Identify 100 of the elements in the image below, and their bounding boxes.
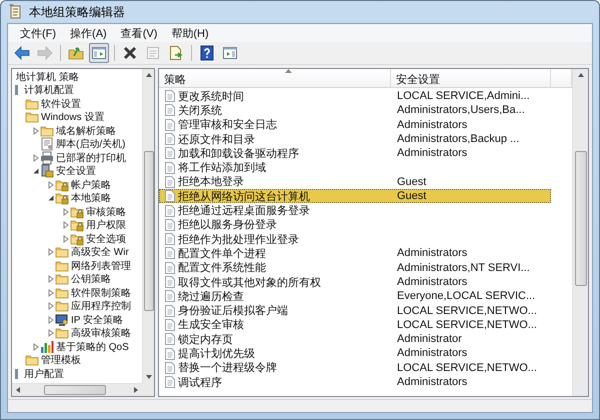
menu-item[interactable]: 查看(V) [114, 24, 164, 42]
policy-row[interactable]: 还原文件和目录 Administrators,Backup ... [159, 132, 551, 146]
policy-row[interactable]: 配置文件系统性能 Administrators,NT SERVI... [159, 260, 551, 275]
back-icon [14, 45, 30, 61]
policy-name: 管理审核和安全日志 [178, 118, 277, 132]
menu-item[interactable]: 操作(A) [64, 24, 113, 42]
tree-pane-button[interactable] [89, 43, 109, 63]
document-icon [164, 247, 175, 260]
policy-row[interactable]: 拒绝通过远程桌面服务登录 [159, 203, 551, 218]
script-icon [40, 137, 54, 152]
folder-icon [55, 326, 69, 340]
security-setting: LOCAL SERVICE,Admini... [396, 90, 530, 102]
vertical-scrollbar[interactable] [572, 69, 588, 396]
policy-row[interactable]: 配置文件单个进程 Administrators [159, 246, 551, 261]
document-icon [164, 318, 175, 331]
scroll-up-icon[interactable] [144, 71, 152, 79]
tree-item[interactable]: 已部署的打印机 [56, 150, 126, 165]
policy-row[interactable]: 替换一个进程级令牌 LOCAL SERVICE,NETWO... [159, 360, 551, 375]
policy-row[interactable]: 拒绝作为批处理作业登录 [159, 232, 551, 246]
tree-item[interactable]: 应用程序控制 [71, 299, 131, 314]
tree-item[interactable]: 地计算机 策略 [16, 70, 79, 84]
column-header[interactable]: 安全设置 [391, 69, 551, 87]
menu-item[interactable]: 文件(F) [14, 24, 62, 42]
scroll-left-icon[interactable] [14, 386, 22, 394]
tree-item[interactable]: 域名解析策略 [56, 124, 116, 138]
tree-item[interactable]: 帐户策略 [71, 178, 111, 192]
tree-item[interactable]: Windows 设置 [41, 110, 104, 124]
document-icon [164, 104, 175, 116]
tree-item[interactable]: 脚本(启动/关机) [56, 137, 126, 152]
tree-item[interactable]: 安全选项 [86, 232, 126, 246]
policy-row[interactable]: 取得文件或其他对象的所有权 Administrators [159, 274, 551, 290]
document-icon [164, 348, 175, 360]
tree-item[interactable]: 高级审核策略 [71, 326, 131, 340]
tree-item[interactable]: 用户配置 [24, 366, 64, 381]
document-icon [164, 118, 175, 131]
tree-item[interactable]: 公钥策略 [71, 272, 111, 286]
policy-row[interactable]: 生成安全审核 LOCAL SERVICE,NETWO... [159, 318, 551, 332]
scroll-right-icon[interactable] [132, 386, 140, 394]
tree-item[interactable]: 安全设置 [56, 164, 96, 178]
security-setting: Administrators,NT SERVI... [396, 262, 530, 274]
back-button[interactable] [12, 43, 32, 63]
column-header[interactable]: 策略 [159, 69, 391, 87]
tree-item[interactable]: 高级安全 Wir [71, 245, 129, 260]
policy-name: 拒绝以服务身份登录 [178, 218, 277, 232]
policy-row[interactable]: 拒绝以服务身份登录 [159, 218, 551, 232]
policy-row[interactable]: 拒绝从网络访问这台计算机 Guest [159, 189, 551, 204]
tree-item[interactable]: 用户权限 [86, 218, 126, 232]
tree-item[interactable]: 本地策略 [71, 191, 111, 206]
policy-row[interactable]: 身份验证后模拟客户端 LOCAL SERVICE,NETWO... [159, 303, 551, 318]
policy-row[interactable]: 拒绝本地登录 Guest [159, 174, 551, 190]
policy-row[interactable]: 锁定内存页 Administrator [159, 332, 551, 346]
policy-row[interactable]: 调试程序 Administrators [159, 374, 551, 390]
vertical-scrollbar[interactable] [142, 69, 154, 383]
locked-folder-icon [70, 232, 84, 246]
scrollbar-thumb[interactable] [44, 385, 106, 395]
security-setting: Administrators [396, 376, 468, 388]
policy-name: 绕过遍历检查 [178, 290, 244, 304]
security-setting: LOCAL SERVICE,NETWO... [396, 304, 537, 317]
tree-item[interactable]: 网络列表管理 [71, 258, 131, 273]
document-icon [164, 218, 175, 231]
delete-icon [122, 45, 138, 61]
locked-folder-icon [55, 178, 69, 192]
tree-item[interactable]: IP 安全策略 [71, 312, 124, 327]
expand-icon[interactable] [32, 342, 40, 351]
window-title: 本地组策略编辑器 [29, 4, 125, 20]
security-setting: Everyone,LOCAL SERVIC... [396, 290, 536, 302]
policy-name: 加载和卸载设备驱动程序 [178, 146, 299, 161]
policy-row[interactable]: 提高计划优先级 Administrators [159, 346, 551, 361]
tree-item[interactable]: 审核策略 [86, 204, 126, 219]
policy-row[interactable]: 加载和卸载设备驱动程序 Administrators [159, 146, 551, 160]
tree-item[interactable]: 软件限制策略 [71, 286, 131, 300]
folder-icon [55, 245, 69, 260]
scroll-down-icon[interactable] [144, 373, 152, 381]
scrollbar-thumb[interactable] [144, 151, 154, 311]
tree-item[interactable]: 基于策略的 QoS [56, 340, 129, 354]
policy-row[interactable]: 管理审核和安全日志 Administrators [159, 118, 551, 132]
security-setting: LOCAL SERVICE,NETWO... [396, 318, 537, 331]
expand-icon[interactable] [47, 316, 55, 324]
document-icon [164, 233, 175, 246]
tree-item[interactable]: 管理模板 [41, 353, 81, 368]
scrollbar-thumb[interactable] [574, 151, 586, 286]
document-icon [164, 90, 175, 102]
scroll-document-icon [9, 4, 23, 20]
document-icon [164, 376, 175, 388]
document-icon [164, 147, 175, 160]
tree-item[interactable]: 软件设置 [41, 96, 81, 111]
policy-row[interactable]: 绕过遍历检查 Everyone,LOCAL SERVIC... [159, 289, 551, 304]
horizontal-scrollbar[interactable] [12, 383, 142, 396]
printer-icon [40, 150, 54, 165]
tree-item[interactable]: 计算机配置 [24, 83, 74, 98]
policy-row[interactable]: 更改系统时间 LOCAL SERVICE,Admini... [159, 89, 551, 104]
folder-icon [55, 272, 69, 286]
policy-row[interactable]: 将工作站添加到域 [159, 160, 551, 175]
computer-icon [15, 85, 18, 96]
menu-item[interactable]: 帮助(H) [165, 24, 215, 42]
expand-icon[interactable] [32, 154, 40, 162]
document-icon [164, 190, 175, 202]
policy-row[interactable]: 关闭系统 Administrators,Users,Ba... [159, 103, 551, 118]
scroll-up-icon[interactable] [576, 71, 584, 79]
collapse-icon[interactable] [32, 167, 40, 176]
